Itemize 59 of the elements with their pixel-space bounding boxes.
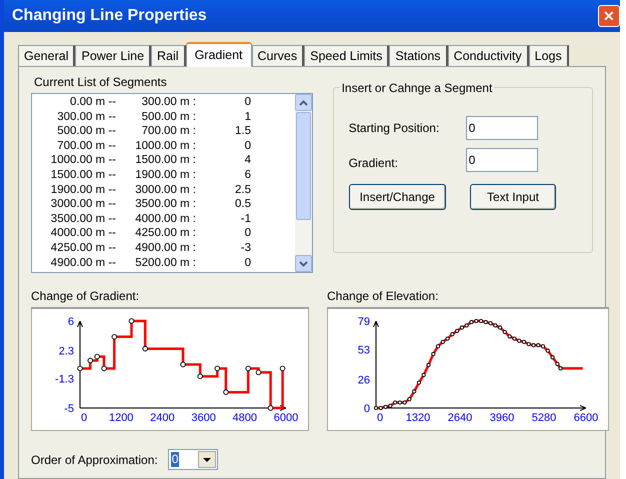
- scroll-down-icon[interactable]: [295, 255, 312, 272]
- field-label: Order of Approximation:: [31, 452, 158, 468]
- tick-label: 79: [358, 316, 370, 328]
- tick-label: 5280: [532, 412, 556, 424]
- tab[interactable]: Gradient: [186, 42, 252, 67]
- list-item[interactable]: 4900.00 m -- 5200.00 m : 0: [32, 256, 295, 270]
- input-field[interactable]: 0: [466, 148, 538, 172]
- input-field[interactable]: 0: [466, 116, 538, 140]
- scrollbar[interactable]: [295, 94, 312, 272]
- list-item[interactable]: 1500.00 m -- 1900.00 m : 6: [32, 168, 295, 183]
- tick-label: 0: [364, 403, 370, 415]
- list-item[interactable]: 1900.00 m -- 3000.00 m : 2.5: [32, 182, 295, 198]
- action-button[interactable]: Text Input: [470, 184, 556, 210]
- list-item[interactable]: 500.00 m -- 700.00 m : 1.5: [32, 124, 295, 139]
- tick-label: 6600: [574, 412, 598, 424]
- scroll-thumb[interactable]: [296, 112, 311, 220]
- tab[interactable]: Stations: [389, 45, 448, 66]
- list-item[interactable]: 4000.00 m -- 4250.00 m : 0: [32, 226, 295, 241]
- list-item[interactable]: 0.00 m -- 300.00 m : 0: [32, 95, 295, 110]
- tab[interactable]: Power Line: [75, 45, 152, 66]
- close-button[interactable]: ✕: [598, 5, 620, 27]
- list-item[interactable]: 700.00 m -- 1000.00 m : 0: [32, 138, 295, 154]
- window-title: Changing Line Properties: [12, 6, 207, 26]
- tick-label: 3600: [191, 412, 216, 424]
- tick-label: 1200: [108, 412, 134, 424]
- tab[interactable]: General: [18, 45, 76, 66]
- tick-label: -5: [64, 403, 74, 415]
- tick-label: 2400: [150, 412, 175, 424]
- action-button[interactable]: Insert/Change: [348, 184, 446, 210]
- order-dropdown[interactable]: 0: [168, 449, 218, 470]
- chart-title: Change of Elevation:: [327, 288, 440, 305]
- tick-label: 4800: [232, 412, 258, 424]
- tick-label: 0: [80, 412, 88, 424]
- tab[interactable]: Conductivity: [448, 45, 529, 66]
- segment-list[interactable]: [31, 93, 313, 273]
- tab[interactable]: Curves: [252, 45, 304, 66]
- tick-label: 1320: [406, 412, 430, 424]
- tab[interactable]: Speed Limits: [304, 45, 390, 66]
- tick-label: 26: [358, 374, 370, 386]
- list-item[interactable]: 300.00 m -- 500.00 m : 1: [32, 110, 295, 124]
- section-label: Current List of Segments: [33, 74, 168, 91]
- field-label: Starting Position:: [348, 120, 440, 137]
- list-item[interactable]: 4250.00 m -- 4900.00 m : -3: [32, 240, 295, 256]
- tick-label: 53: [358, 344, 370, 357]
- tick-label: 2640: [448, 412, 472, 424]
- tick-label: 6000: [274, 412, 298, 424]
- tab[interactable]: Logs: [528, 45, 569, 66]
- tick-label: 6: [68, 316, 74, 328]
- tick-label: 0: [376, 412, 384, 424]
- field-label: Gradient:: [348, 155, 399, 172]
- tick-label: -1.3: [55, 374, 74, 386]
- tick-label: 3960: [490, 412, 514, 424]
- tick-label: 2.3: [58, 345, 74, 358]
- list-item[interactable]: 1000.00 m -- 1500.00 m : 4: [32, 153, 295, 168]
- list-item[interactable]: 3000.00 m -- 3500.00 m : 0.5: [32, 197, 295, 212]
- scroll-up-icon[interactable]: [295, 94, 312, 111]
- chart-title: Change of Gradient:: [31, 288, 140, 305]
- tab[interactable]: Rail: [151, 45, 186, 66]
- list-item[interactable]: 3500.00 m -- 4000.00 m : -1: [32, 212, 295, 226]
